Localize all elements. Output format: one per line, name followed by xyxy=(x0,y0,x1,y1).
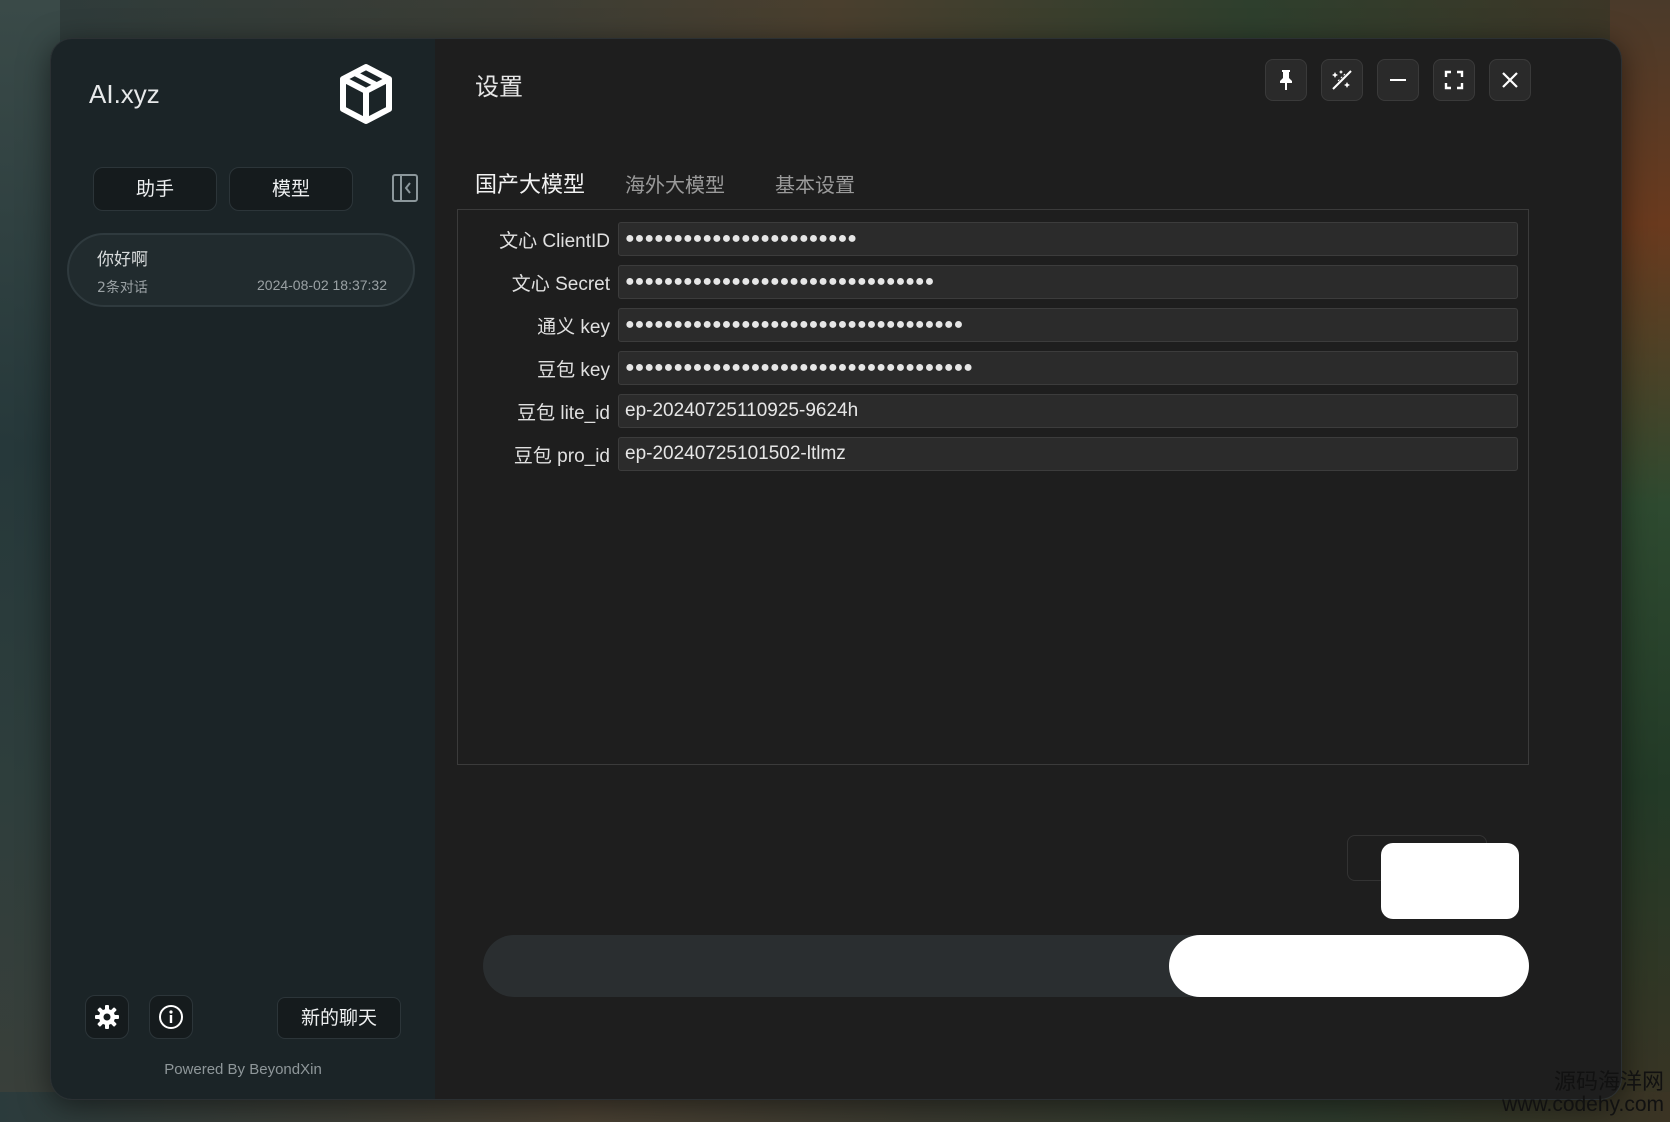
close-button[interactable] xyxy=(1489,59,1531,101)
chat-timestamp: 2024-08-02 18:37:32 xyxy=(257,277,387,293)
watermark: 源码海洋网 www.codehy.com xyxy=(1502,1072,1664,1116)
wenxin-secret-input[interactable]: ●●●●●●●●●●●●●●●●●●●●●●●●●●●●●●●● xyxy=(618,265,1518,299)
field-label: 文心 ClientID xyxy=(499,231,610,252)
tab-assistant[interactable]: 助手 xyxy=(93,167,217,211)
minimize-icon xyxy=(1390,79,1406,81)
tab-overseas-models[interactable]: 海外大模型 xyxy=(625,169,725,198)
close-icon xyxy=(1502,72,1518,88)
tab-model[interactable]: 模型 xyxy=(229,167,353,211)
field-label: 文心 Secret xyxy=(511,274,610,295)
collapse-sidebar-icon[interactable] xyxy=(391,173,419,203)
sidebar: AI.xyz 助手 模型 你好啊 2条对话 2024-08-02 18:37:3… xyxy=(51,39,435,1099)
main-panel: 设置 国产大模型 海外大模型 基本设置 文心 ClientID ●●●●●●●●… xyxy=(435,39,1621,1099)
fullscreen-button[interactable] xyxy=(1433,59,1475,101)
field-label: 豆包 key xyxy=(537,360,610,381)
doubao-key-input[interactable]: ●●●●●●●●●●●●●●●●●●●●●●●●●●●●●●●●●●●● xyxy=(618,351,1518,385)
brand-name: AI.xyz xyxy=(89,79,160,109)
pin-button[interactable] xyxy=(1265,59,1307,101)
send-button[interactable] xyxy=(1169,935,1529,997)
tab-domestic-models[interactable]: 国产大模型 xyxy=(475,167,585,199)
watermark-line2: www.codehy.com xyxy=(1502,1093,1664,1116)
settings-form: 文心 ClientID ●●●●●●●●●●●●●●●●●●●●●●●● 文心 … xyxy=(457,209,1529,765)
field-label: 豆包 lite_id xyxy=(517,403,610,424)
info-icon xyxy=(159,1005,183,1029)
wenxin-clientid-input[interactable]: ●●●●●●●●●●●●●●●●●●●●●●●● xyxy=(618,222,1518,256)
theme-button[interactable] xyxy=(1321,59,1363,101)
tab-basic-settings[interactable]: 基本设置 xyxy=(775,169,855,198)
chat-message-count: 2条对话 xyxy=(97,280,148,296)
watermark-line1: 源码海洋网 xyxy=(1553,1070,1664,1095)
field-row: 豆包 key ●●●●●●●●●●●●●●●●●●●●●●●●●●●●●●●●●… xyxy=(458,351,1530,387)
field-row: 通义 key ●●●●●●●●●●●●●●●●●●●●●●●●●●●●●●●●●… xyxy=(458,308,1530,344)
gear-icon xyxy=(95,1005,119,1029)
primary-button[interactable] xyxy=(1381,843,1519,919)
field-row: 豆包 pro_id ep-20240725101502-ltlmz xyxy=(458,437,1530,473)
chat-title: 你好啊 xyxy=(97,250,148,270)
field-row: 文心 ClientID ●●●●●●●●●●●●●●●●●●●●●●●● xyxy=(458,222,1530,258)
settings-button[interactable] xyxy=(85,995,129,1039)
doubao-lite-id-input[interactable]: ep-20240725110925-9624h xyxy=(618,394,1518,428)
tongyi-key-input[interactable]: ●●●●●●●●●●●●●●●●●●●●●●●●●●●●●●●●●●● xyxy=(618,308,1518,342)
chat-list-item[interactable]: 你好啊 2条对话 2024-08-02 18:37:32 xyxy=(67,233,415,307)
page-title: 设置 xyxy=(475,73,523,101)
field-label: 通义 key xyxy=(537,317,610,338)
cube-logo-icon xyxy=(340,64,392,124)
field-row: 豆包 lite_id ep-20240725110925-9624h xyxy=(458,394,1530,430)
fullscreen-icon xyxy=(1444,70,1464,90)
new-chat-button[interactable]: 新的聊天 xyxy=(277,997,401,1039)
about-button[interactable] xyxy=(149,995,193,1039)
field-row: 文心 Secret ●●●●●●●●●●●●●●●●●●●●●●●●●●●●●●… xyxy=(458,265,1530,301)
doubao-pro-id-input[interactable]: ep-20240725101502-ltlmz xyxy=(618,437,1518,471)
app-window: AI.xyz 助手 模型 你好啊 2条对话 2024-08-02 18:37:3… xyxy=(50,38,1622,1100)
pin-icon xyxy=(1280,70,1292,90)
magic-wand-icon xyxy=(1332,70,1352,90)
powered-by-text: Powered By BeyondXin xyxy=(164,1061,322,1078)
wallpaper-top xyxy=(0,0,1670,40)
minimize-button[interactable] xyxy=(1377,59,1419,101)
field-label: 豆包 pro_id xyxy=(513,446,610,467)
